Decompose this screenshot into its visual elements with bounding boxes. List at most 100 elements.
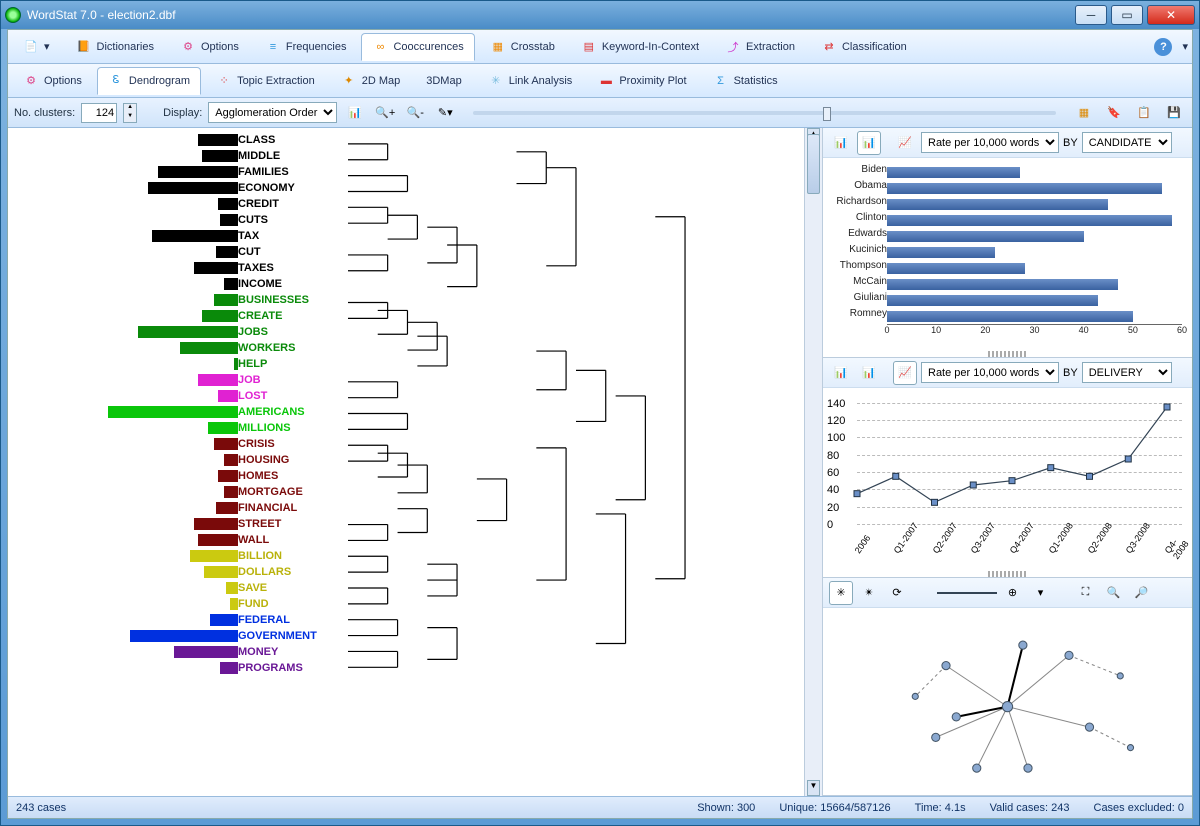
term-label[interactable]: HOUSING (238, 452, 342, 468)
minimize-button[interactable]: ─ (1075, 5, 1107, 25)
term-label[interactable]: FINANCIAL (238, 500, 342, 516)
tab-cooccurences[interactable]: ∞Cooccurences (361, 33, 474, 61)
term-label[interactable]: ECONOMY (238, 180, 342, 196)
table-icon[interactable]: ▦ (1072, 101, 1096, 125)
freq-bar (224, 486, 238, 498)
zoom-in-icon[interactable]: 🔍+ (373, 101, 397, 125)
term-label[interactable]: JOBS (238, 324, 342, 340)
no-clusters-input[interactable] (81, 103, 117, 123)
term-label[interactable]: CREATE (238, 308, 342, 324)
network-graph[interactable] (823, 608, 1192, 795)
vertical-scrollbar[interactable]: ▲ ▼ (804, 128, 822, 796)
term-label[interactable]: CRISIS (238, 436, 342, 452)
filter-icon[interactable]: 📊 (343, 101, 367, 125)
term-label[interactable]: FEDERAL (238, 612, 342, 628)
tab-crosstab[interactable]: ▦Crosstab (479, 33, 566, 61)
term-label[interactable]: AMERICANS (238, 404, 342, 420)
highlight-icon[interactable]: ✎▾ (433, 101, 457, 125)
panel-resize-handle[interactable] (988, 571, 1028, 577)
help-button[interactable]: ? (1154, 38, 1172, 56)
tab-topic-extraction[interactable]: ⁘Topic Extraction (205, 67, 326, 95)
term-label[interactable]: MONEY (238, 644, 342, 660)
term-label[interactable]: LOST (238, 388, 342, 404)
tab-statistics[interactable]: ΣStatistics (702, 67, 789, 95)
no-clusters-spinner[interactable]: ▲▼ (123, 103, 137, 123)
tab-frequencies[interactable]: ≡Frequencies (254, 33, 358, 61)
net-mode-1-icon[interactable]: ✳ (829, 581, 853, 605)
tab-2d-map[interactable]: ✦2D Map (330, 67, 412, 95)
net-mode-2-icon[interactable]: ✴ (857, 581, 881, 605)
term-label[interactable]: SAVE (238, 580, 342, 596)
add-node-icon[interactable]: ⊕ (1001, 581, 1025, 605)
net-mode-3-icon[interactable]: ⟳ (885, 581, 909, 605)
tab-classification[interactable]: ⇄Classification (810, 33, 918, 61)
term-label[interactable]: CLASS (238, 132, 342, 148)
tab-link-analysis[interactable]: ✳Link Analysis (477, 67, 584, 95)
term-label[interactable]: MORTGAGE (238, 484, 342, 500)
tab-label: Statistics (734, 75, 778, 87)
display-select[interactable]: Agglomeration Order (208, 102, 337, 123)
rate-select-2[interactable]: Rate per 10,000 words (921, 362, 1059, 383)
tab-options[interactable]: ⚙Options (169, 33, 250, 61)
bars-icon: ≡ (265, 39, 281, 55)
maximize-button[interactable]: ▭ (1111, 5, 1143, 25)
hbar-chart-icon[interactable]: 📊 (857, 131, 881, 155)
freq-bar (220, 214, 238, 226)
fit-icon[interactable]: ⛶ (1074, 581, 1098, 605)
tab-proximity-plot[interactable]: ▬Proximity Plot (587, 67, 697, 95)
term-label[interactable]: MILLIONS (238, 420, 342, 436)
line-chart-icon[interactable]: 📈 (893, 361, 917, 385)
tab-extraction[interactable]: ⤴Extraction (714, 33, 806, 61)
tag-icon[interactable]: 🔖 (1102, 101, 1126, 125)
tab-doc-icon[interactable]: 📄▾ (12, 33, 61, 61)
bar-label: Obama (827, 180, 887, 191)
hbar-chart-icon[interactable]: 📊 (857, 361, 881, 385)
tab-3d-map[interactable]: 3DMap (415, 69, 472, 93)
freq-bar (174, 646, 238, 658)
term-label[interactable]: MIDDLE (238, 148, 342, 164)
bar-chart-icon[interactable]: 📊 (829, 361, 853, 385)
term-label[interactable]: FUND (238, 596, 342, 612)
term-label[interactable]: PROGRAMS (238, 660, 342, 676)
tab-dictionaries[interactable]: 📙Dictionaries (65, 33, 165, 61)
close-button[interactable]: ✕ (1147, 5, 1195, 25)
term-label[interactable]: WORKERS (238, 340, 342, 356)
term-label[interactable]: INCOME (238, 276, 342, 292)
tab-dendrogram[interactable]: ᏋDendrogram (97, 67, 201, 95)
term-label[interactable]: CREDIT (238, 196, 342, 212)
bar-chart-icon[interactable]: 📊 (829, 131, 853, 155)
term-label[interactable]: FAMILIES (238, 164, 342, 180)
zoom-out-icon[interactable]: 🔍- (403, 101, 427, 125)
term-label[interactable]: HELP (238, 356, 342, 372)
tab-kwic[interactable]: ▤Keyword-In-Context (570, 33, 710, 61)
threshold-slider[interactable] (473, 111, 1056, 115)
line-chart-icon[interactable]: 📈 (893, 131, 917, 155)
filter-nodes-icon[interactable]: ▾ (1029, 581, 1053, 605)
copy-icon[interactable]: 📋 (1132, 101, 1156, 125)
tab-label: Topic Extraction (237, 75, 315, 87)
term-label[interactable]: TAX (238, 228, 342, 244)
term-label[interactable]: BUSINESSES (238, 292, 342, 308)
term-label[interactable]: JOB (238, 372, 342, 388)
term-label[interactable]: CUTS (238, 212, 342, 228)
zoom-in-net-icon[interactable]: 🔍 (1102, 581, 1126, 605)
save-icon[interactable]: 💾 (1162, 101, 1186, 125)
term-label[interactable]: BILLION (238, 548, 342, 564)
freq-bar (202, 310, 238, 322)
term-label[interactable]: CUT (238, 244, 342, 260)
zoom-out-net-icon[interactable]: 🔎 (1130, 581, 1154, 605)
tab-sub-options[interactable]: ⚙Options (12, 67, 93, 95)
extract-icon: ⤴ (725, 39, 741, 55)
panel-resize-handle[interactable] (988, 351, 1028, 357)
by-select-2[interactable]: DELIVERY (1082, 362, 1172, 383)
term-label[interactable]: DOLLARS (238, 564, 342, 580)
term-label[interactable]: HOMES (238, 468, 342, 484)
term-label[interactable]: STREET (238, 516, 342, 532)
term-label[interactable]: GOVERNMENT (238, 628, 342, 644)
by-select-1[interactable]: CANDIDATE (1082, 132, 1172, 153)
term-label[interactable]: WALL (238, 532, 342, 548)
chart1-toolbar: 📊 📊 📈 Rate per 10,000 words BY CANDIDATE (823, 128, 1192, 158)
freq-bar (220, 662, 238, 674)
term-label[interactable]: TAXES (238, 260, 342, 276)
rate-select-1[interactable]: Rate per 10,000 words (921, 132, 1059, 153)
